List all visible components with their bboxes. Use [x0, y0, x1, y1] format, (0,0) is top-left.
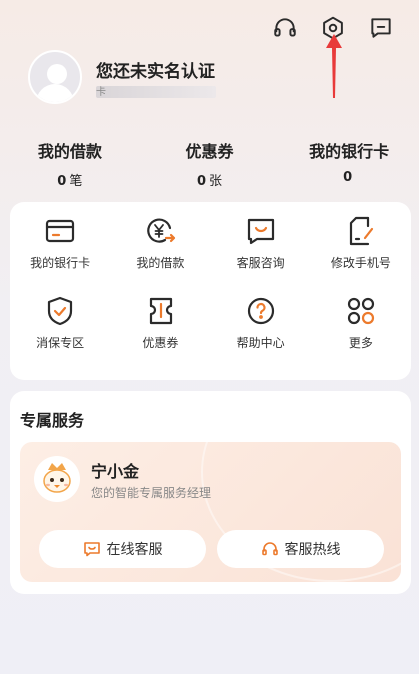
annotation-arrow — [326, 34, 342, 98]
more-icon — [347, 297, 374, 325]
shield-icon — [48, 296, 73, 326]
loan-icon — [147, 218, 176, 243]
section-title: 专属服务 — [20, 411, 85, 430]
coupon-icon — [150, 297, 173, 325]
grid-item-label: 客服咨询 — [236, 256, 285, 270]
headset-icon — [261, 542, 278, 556]
grid-item-help[interactable]: 帮助中心 — [211, 294, 311, 374]
phone-edit-icon — [349, 216, 373, 246]
chat-bubble-icon — [83, 542, 100, 557]
stat-label: 优惠券 — [185, 142, 234, 161]
stat-value: 0 — [343, 170, 353, 185]
grid-item-label: 我的借款 — [136, 256, 185, 270]
profile-name: 您还未实名认证 — [96, 61, 215, 82]
headset-icon[interactable] — [271, 14, 299, 42]
help-icon — [247, 297, 274, 325]
manager-name: 宁小金 — [91, 462, 140, 481]
grid-item-protection[interactable]: 消保专区 — [10, 294, 110, 374]
grid-item-label: 我的银行卡 — [30, 256, 91, 270]
stat-coupons[interactable]: 优惠券 0张 — [140, 138, 280, 189]
exclusive-service-card: 专属服务 宁小金 您的智能专属服务经理 在线客服 客服热线 — [10, 391, 411, 594]
grid-item-label: 修改手机号 — [330, 256, 391, 270]
online-service-label: 在线客服 — [106, 542, 163, 558]
grid-item-label: 优惠券 — [142, 336, 179, 350]
stat-value: 0张 — [196, 174, 223, 189]
grid-item-bank-card[interactable]: 我的银行卡 — [10, 214, 110, 294]
grid-item-phone-edit[interactable]: 修改手机号 — [311, 214, 411, 294]
grid-item-loan[interactable]: 我的借款 — [110, 214, 210, 294]
grid-item-label: 帮助中心 — [236, 336, 285, 350]
service-manager-panel: 宁小金 您的智能专属服务经理 在线客服 客服热线 — [20, 442, 401, 582]
profile-masked-id: 卡 — [96, 85, 216, 98]
manager-description: 您的智能专属服务经理 — [91, 486, 212, 500]
online-service-button[interactable]: 在线客服 — [39, 530, 206, 568]
stat-label: 我的银行卡 — [309, 142, 390, 161]
mascot-icon — [43, 463, 71, 493]
message-icon[interactable] — [367, 14, 395, 42]
grid-item-label: 消保专区 — [36, 336, 85, 350]
stat-value: 0笔 — [57, 174, 83, 189]
grid-item-coupon[interactable]: 优惠券 — [110, 294, 210, 374]
chat-icon — [247, 218, 274, 245]
avatar[interactable] — [28, 50, 82, 104]
grid-item-label: 更多 — [348, 336, 373, 350]
grid-item-more[interactable]: 更多 — [311, 294, 411, 374]
service-hotline-label: 客服热线 — [284, 542, 341, 558]
bank-card-icon — [46, 219, 75, 243]
service-hotline-button[interactable]: 客服热线 — [217, 530, 384, 568]
profile-section[interactable]: 您还未实名认证 卡 — [28, 50, 216, 104]
mascot-avatar — [34, 456, 80, 502]
stat-bank-cards[interactable]: 我的银行卡 0 — [279, 138, 419, 189]
feature-grid-card: 我的银行卡 我的借款 客服咨询 修改手机号 消保专区 优惠券 帮助中心 更多 — [10, 202, 411, 380]
stat-loans[interactable]: 我的借款 0笔 — [0, 138, 140, 189]
stat-label: 我的借款 — [37, 142, 102, 161]
stats-row: 我的借款 0笔 优惠券 0张 我的银行卡 0 — [0, 138, 419, 189]
grid-item-chat[interactable]: 客服咨询 — [211, 214, 311, 294]
